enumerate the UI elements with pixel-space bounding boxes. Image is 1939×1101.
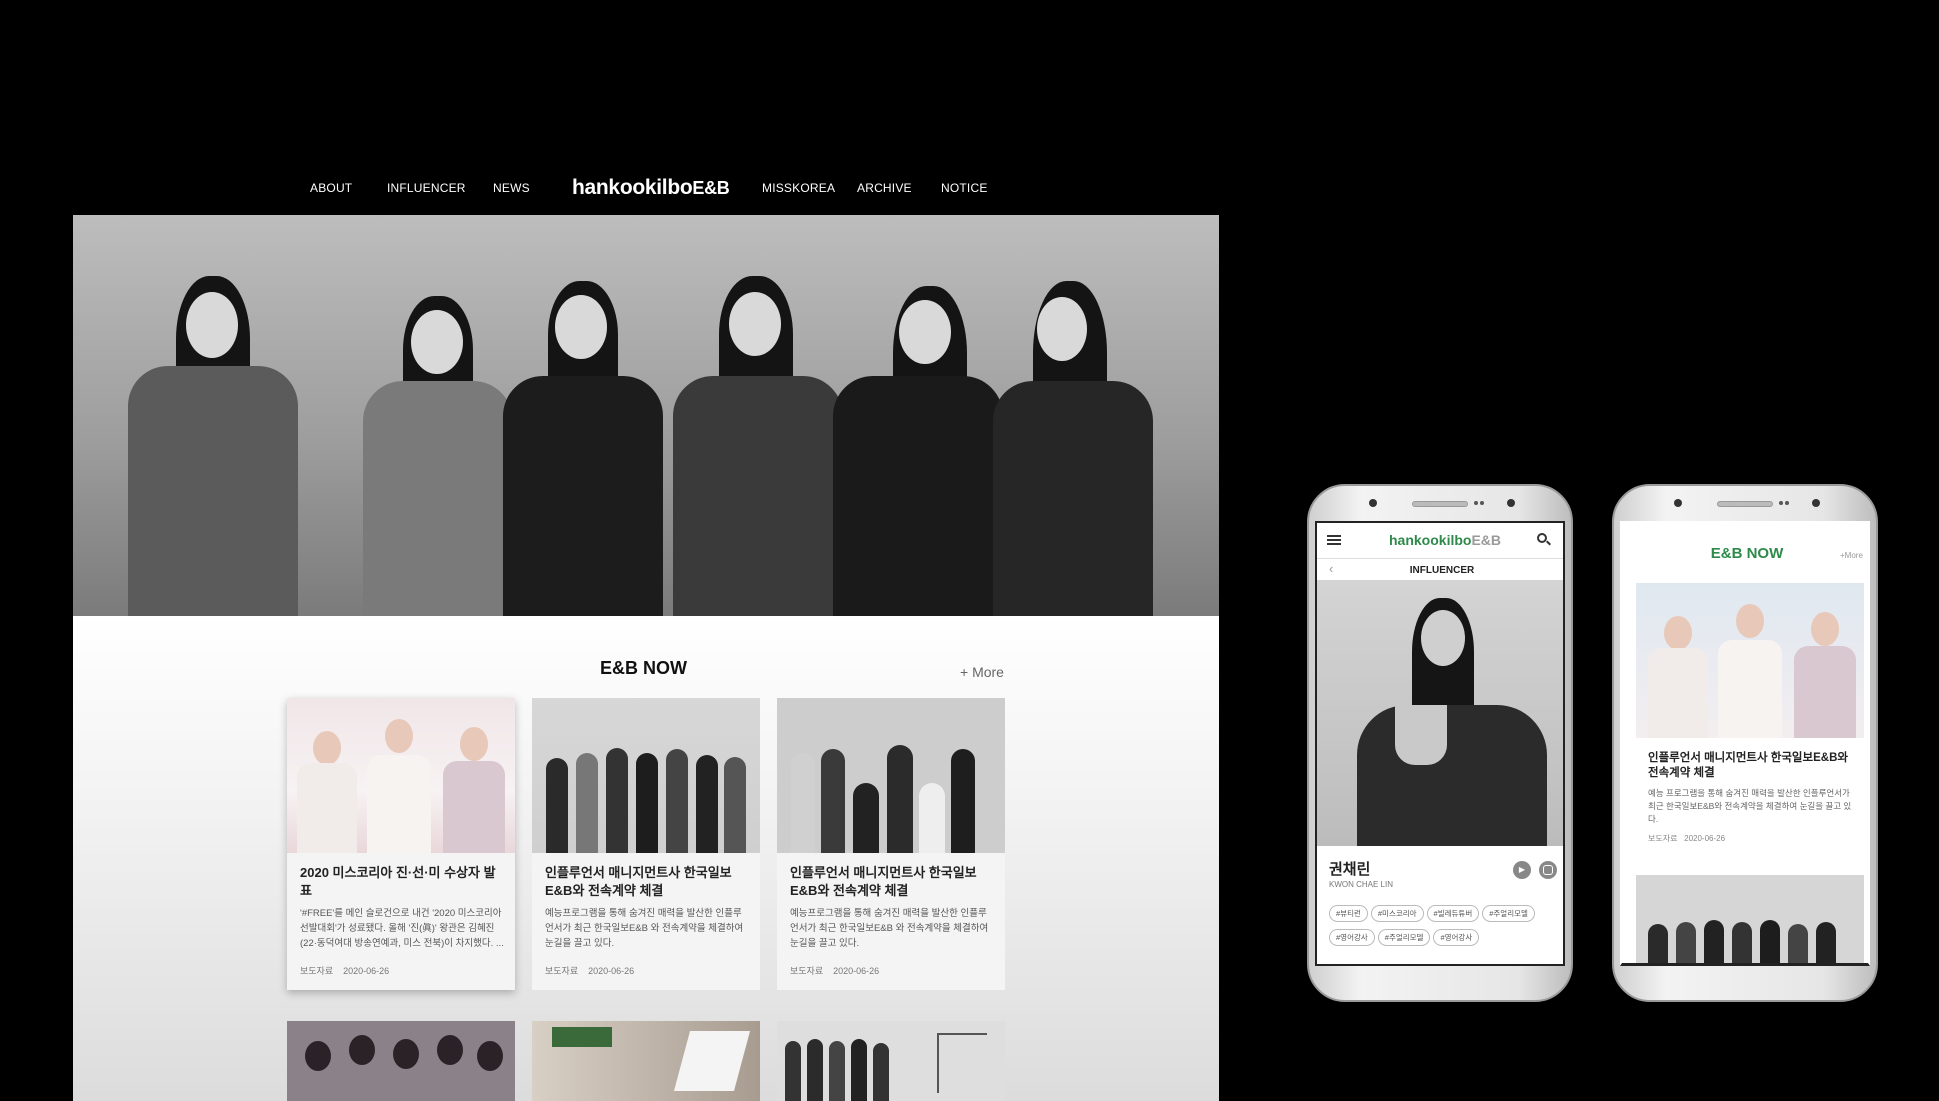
phone-screen: hankookilboE&B ‹ INFLUENCER 권채린 KWON CHA… [1315,521,1565,966]
news-card-image [287,698,515,853]
hero-person [673,276,843,616]
search-icon[interactable] [1537,533,1551,546]
site-logo[interactable]: hankookilboE&B [1389,532,1501,548]
nav-item-about[interactable]: ABOUT [310,181,387,195]
tag-chip[interactable]: #뷰티런 [1329,905,1368,922]
news-card[interactable]: 2020 미스코리아 진·선·미 수상자 발표 '#FREE'를 메인 슬로건으… [287,698,515,990]
influencer-name-en: KWON CHAE LIN [1329,880,1394,889]
sensor-icon [1480,501,1484,505]
speaker-icon [1412,501,1468,507]
phone-mockup: E&B NOW +More 인플루언서 매니지먼트사 한국일보E&B와 전속계약… [1612,484,1878,1002]
news-card-date: 2020-06-26 [1684,834,1726,843]
news-card-image[interactable] [777,1021,1005,1101]
news-card-source: 보도자료 [1648,834,1678,843]
top-nav: ABOUT INFLUENCER NEWS hankookilboE&B MIS… [310,172,1001,204]
camera-icon [1369,499,1377,507]
youtube-icon[interactable]: ▶ [1513,861,1531,879]
news-card-image[interactable] [532,1021,760,1101]
news-card-meta: 보도자료 2020-06-26 [300,964,399,977]
tag-chip[interactable]: #미스코리아 [1370,905,1424,922]
sensor-icon [1474,501,1478,505]
news-card-meta: 보도자료 2020-06-26 [1648,833,1725,844]
speaker-icon [1717,501,1773,507]
section-title: E&B NOW [600,658,687,678]
news-card-date: 2020-06-26 [588,966,635,976]
news-card-source: 보도자료 [300,966,334,976]
tag-chip[interactable]: #빌레듀튜버 [1426,905,1480,922]
tag-chip[interactable]: #주얼리모델 [1482,905,1535,922]
tag-chip[interactable]: #주얼리모델 [1377,929,1431,946]
nav-item-news[interactable]: NEWS [493,181,572,195]
nav-item-archive[interactable]: ARCHIVE [857,181,941,195]
tag-list: #뷰티런 #미스코리아 #빌레듀튜버 #주얼리모델#영어강사 #주얼리모델 #영어강사 [1329,903,1561,951]
hero-person [503,281,663,616]
hero-person [363,296,513,616]
hero-person [833,286,1003,616]
logo-suffix: E&B [1471,532,1502,548]
news-card-desc: 예능프로그램을 통해 숨겨진 매력을 발산한 인플루언서가 최근 한국일보E&B… [545,908,744,949]
camera-icon [1812,499,1820,507]
sensor-icon [1785,501,1789,505]
news-card-date: 2020-06-26 [343,966,390,976]
news-card-title: 인플루언서 매니지먼트사 한국일보E&B와 전속계약 체결 [790,865,977,898]
logo-main: hankookilbo [1389,532,1472,548]
instagram-icon[interactable] [1539,861,1557,879]
news-card-desc: '#FREE'를 메인 슬로건으로 내건 '2020 미스코리아 선발대회'가 … [300,908,504,949]
nav-item-influencer[interactable]: INFLUENCER [387,181,493,195]
news-card-desc: 예능 프로그램을 통해 숨겨진 매력을 발산한 인플루언서가 최근 한국일보E&… [1648,788,1852,824]
hero-person [128,276,298,616]
logo-suffix: E&B [692,178,730,198]
site-logo[interactable]: hankookilboE&B [572,176,762,200]
news-card-desc: 예능프로그램을 통해 숨겨진 매력을 발산한 인플루언서가 최근 한국일보E&B… [790,908,989,949]
news-card-image[interactable] [1636,875,1864,963]
phone-mockup: hankookilboE&B ‹ INFLUENCER 권채린 KWON CHA… [1307,484,1573,1002]
nav-item-notice[interactable]: NOTICE [941,181,1001,195]
more-link[interactable]: + More [960,664,1004,680]
screen-subtitle: INFLUENCER [1409,565,1475,576]
hero-image [73,215,1219,616]
sensor-icon [1779,501,1783,505]
camera-icon [1507,499,1515,507]
news-card[interactable]: 인플루언서 매니지먼트사 한국일보E&B와 전속계약 체결 예능프로그램을 통해… [532,698,760,990]
nav-item-misskorea[interactable]: MISSKOREA [762,181,857,195]
tag-chip[interactable]: #영어강사 [1329,929,1375,946]
news-card-image [777,698,1005,853]
logo-main: hankookilbo [572,176,693,199]
news-card-image[interactable] [1636,583,1864,738]
news-card-date: 2020-06-26 [833,966,880,976]
news-card-image[interactable] [287,1021,515,1101]
influencer-photo [1317,580,1563,846]
news-card-meta: 보도자료 2020-06-26 [790,964,889,977]
news-card[interactable]: 인플루언서 매니지먼트사 한국일보E&B와 전속계약 체결 예능프로그램을 통해… [777,698,1005,990]
more-link[interactable]: +More [1840,551,1863,560]
tag-chip[interactable]: #영어강사 [1433,929,1480,946]
news-card-title: 인플루언서 매니지먼트사 한국일보E&B와 전속계약 체결 [1648,752,1848,779]
phone-screen: E&B NOW +More 인플루언서 매니지먼트사 한국일보E&B와 전속계약… [1620,521,1870,966]
news-card-source: 보도자료 [545,966,579,976]
news-card-image [532,698,760,853]
hero-person [993,281,1153,616]
camera-icon [1674,499,1682,507]
news-card-title: 2020 미스코리아 진·선·미 수상자 발표 [300,865,496,898]
section-title: E&B NOW [1710,545,1784,562]
menu-icon[interactable] [1327,535,1341,545]
influencer-name: 권채린 [1329,861,1371,878]
news-card-source: 보도자료 [790,966,824,976]
news-card-meta: 보도자료 2020-06-26 [545,964,644,977]
news-card-title: 인플루언서 매니지먼트사 한국일보E&B와 전속계약 체결 [545,865,732,898]
